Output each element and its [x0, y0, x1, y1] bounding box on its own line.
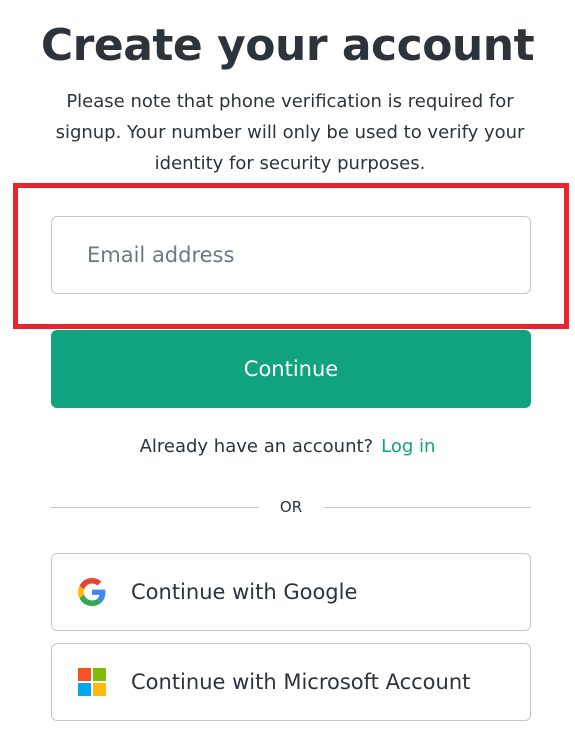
- email-field[interactable]: [51, 216, 531, 294]
- continue-button[interactable]: Continue: [51, 330, 531, 408]
- login-link[interactable]: Log in: [381, 436, 435, 457]
- microsoft-icon: [77, 667, 107, 697]
- divider-line-left: [51, 506, 258, 508]
- divider-label: OR: [279, 498, 303, 516]
- divider-line-right: [324, 506, 532, 508]
- login-prompt: Already have an account?: [139, 436, 374, 457]
- continue-with-microsoft-button[interactable]: Continue with Microsoft Account: [51, 643, 531, 721]
- microsoft-button-label: Continue with Microsoft Account: [131, 670, 471, 694]
- google-icon: [77, 577, 107, 607]
- verification-note: Please note that phone verification is r…: [55, 91, 525, 174]
- google-button-label: Continue with Google: [131, 580, 358, 604]
- page-title: Create your account: [40, 20, 535, 71]
- email-input[interactable]: [85, 242, 530, 268]
- signup-page: Create your account Please note that pho…: [0, 0, 575, 739]
- login-row: Already have an account? Log in: [0, 432, 575, 462]
- or-divider: OR: [51, 494, 532, 520]
- continue-with-google-button[interactable]: Continue with Google: [51, 553, 531, 631]
